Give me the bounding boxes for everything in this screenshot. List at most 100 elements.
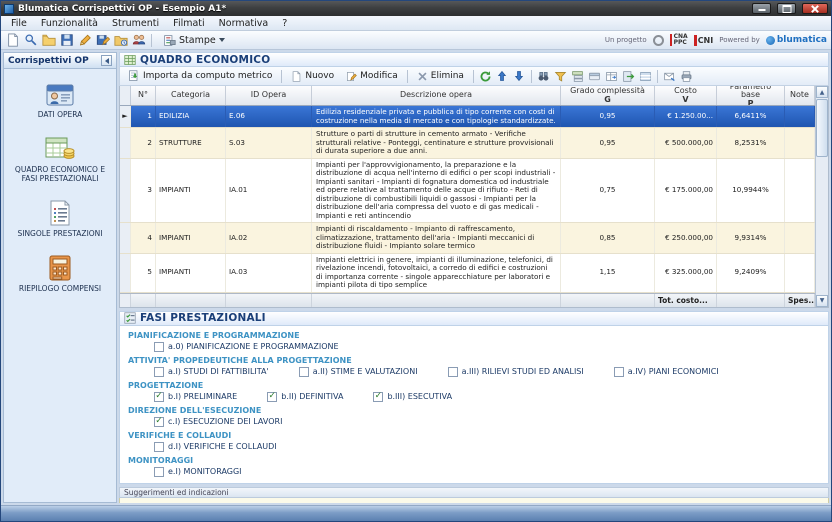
fase-label: c.I) ESECUZIONE DEI LAVORI xyxy=(168,417,282,426)
checkbox-box[interactable]: ✓ xyxy=(373,392,383,402)
fase-checkbox[interactable]: a.IV) PIANI ECONOMICI xyxy=(614,367,719,377)
elimina-button[interactable]: Elimina xyxy=(412,69,469,84)
suggerimenti-section: Suggerimenti ed indicazioni i Nel Quadro… xyxy=(119,487,829,504)
fase-checkbox[interactable]: a.0) PIANIFICAZIONE E PROGRAMMAZIONE xyxy=(154,342,339,352)
col-grado[interactable]: Grado complessitàG xyxy=(561,86,655,105)
fase-checkbox[interactable]: ✓ b.I) PRELIMINARE xyxy=(154,392,237,402)
checkbox-box[interactable] xyxy=(448,367,458,377)
fase-checkbox[interactable]: ✓ b.III) ESECUTIVA xyxy=(373,392,452,402)
save-icon[interactable] xyxy=(59,33,74,48)
fase-checkbox[interactable]: e.I) MONITORAGGI xyxy=(154,467,242,477)
main-toolbar: Stampe Un progetto CNAPPC CNI Powered by… xyxy=(1,31,831,50)
maximize-button[interactable] xyxy=(777,3,796,14)
move-up-icon[interactable] xyxy=(495,69,510,84)
col-costo[interactable]: CostoV xyxy=(655,86,717,105)
edit-icon[interactable] xyxy=(77,33,92,48)
fase-label: a.IV) PIANI ECONOMICI xyxy=(628,367,719,376)
open-folder-icon[interactable] xyxy=(41,33,56,48)
checkbox-box[interactable]: ✓ xyxy=(154,392,164,402)
checkbox-box[interactable]: ✓ xyxy=(267,392,277,402)
checkbox-box[interactable] xyxy=(299,367,309,377)
close-button[interactable] xyxy=(802,3,828,14)
menu-normativa[interactable]: Normativa xyxy=(212,17,276,30)
col-categoria[interactable]: Categoria xyxy=(156,86,226,105)
cell-n: 1 xyxy=(131,106,156,127)
save-as-icon[interactable] xyxy=(95,33,110,48)
search-icon[interactable] xyxy=(23,33,38,48)
report-icon xyxy=(163,34,176,47)
sidebar-item-singole-prestazioni[interactable]: SINGOLE PRESTAZIONI xyxy=(4,200,116,238)
footer-spese: Spes... xyxy=(785,294,815,307)
fase-checkbox[interactable]: a.III) RILIEVI STUDI ED ANALISI xyxy=(448,367,584,377)
menu-strumenti[interactable]: Strumenti xyxy=(105,17,166,30)
col-note[interactable]: Note xyxy=(785,86,815,105)
users-icon[interactable] xyxy=(131,33,146,48)
send-icon[interactable] xyxy=(662,69,677,84)
print-icon[interactable] xyxy=(679,69,694,84)
refresh-icon[interactable] xyxy=(478,69,493,84)
table-scrollbar[interactable]: ▲ ▼ xyxy=(815,86,828,307)
checkbox-box[interactable] xyxy=(154,367,164,377)
checkbox-box[interactable] xyxy=(154,442,164,452)
nuovo-icon xyxy=(291,71,302,82)
fasi-group-label: PIANIFICAZIONE E PROGRAMMAZIONE xyxy=(128,331,828,340)
fase-label: b.III) ESECUTIVA xyxy=(387,392,452,401)
col-id-opera[interactable]: ID Opera xyxy=(226,86,312,105)
stampe-button[interactable]: Stampe xyxy=(157,32,231,49)
fasi-group-items: e.I) MONITORAGGI xyxy=(128,467,828,477)
table-row[interactable]: 1 EDILIZIA E.06 Edilizia residenziale pr… xyxy=(120,106,815,128)
cell-n: 5 xyxy=(131,254,156,292)
table-row[interactable]: 5 IMPIANTI IA.03 Impianti elettrici in g… xyxy=(120,254,815,293)
table-row[interactable]: 2 STRUTTURE S.03 Strutture o parti di st… xyxy=(120,128,815,159)
table-row[interactable]: 3 IMPIANTI IA.01 Impianti per l'approvvi… xyxy=(120,159,815,224)
filter-icon[interactable] xyxy=(553,69,568,84)
best-fit-icon[interactable] xyxy=(604,69,619,84)
quadro-title: QUADRO ECONOMICO xyxy=(140,54,270,66)
archive-icon[interactable] xyxy=(113,33,128,48)
scroll-up-icon[interactable]: ▲ xyxy=(816,86,828,98)
scrollbar-thumb[interactable] xyxy=(816,99,828,157)
fase-label: d.I) VERIFICHE E COLLAUDI xyxy=(168,442,277,451)
table-row[interactable]: 4 IMPIANTI IA.02 Impianti di riscaldamen… xyxy=(120,223,815,254)
importa-button[interactable]: Importa da computo metrico xyxy=(123,68,277,84)
scroll-down-icon[interactable]: ▼ xyxy=(816,295,828,307)
menu-help[interactable]: ? xyxy=(275,17,294,30)
cell-note xyxy=(785,128,815,158)
sidebar-item-quadro-economico[interactable]: QUADRO ECONOMICO E FASI PRESTAZIONALI xyxy=(4,136,116,183)
suggerimenti-header[interactable]: Suggerimenti ed indicazioni xyxy=(119,487,829,498)
fase-checkbox[interactable]: ✓ c.I) ESECUZIONE DEI LAVORI xyxy=(154,417,282,427)
menu-funzionalita[interactable]: Funzionalità xyxy=(34,17,105,30)
fase-checkbox[interactable]: d.I) VERIFICHE E COLLAUDI xyxy=(154,442,277,452)
fase-checkbox[interactable]: ✓ b.II) DEFINITIVA xyxy=(267,392,343,402)
move-down-icon[interactable] xyxy=(512,69,527,84)
cell-id-opera: IA.02 xyxy=(226,223,312,253)
layout-icon[interactable] xyxy=(638,69,653,84)
checkbox-box[interactable] xyxy=(614,367,624,377)
col-parametro[interactable]: Parametro baseP xyxy=(717,86,785,105)
group-icon[interactable] xyxy=(570,69,585,84)
menu-filmati[interactable]: Filmati xyxy=(166,17,212,30)
fasi-group-items: a.I) STUDI DI FATTIBILITA' a.II) STIME E… xyxy=(128,367,828,377)
cell-grado: 0,85 xyxy=(561,223,655,253)
export-icon[interactable] xyxy=(621,69,636,84)
fase-checkbox[interactable]: a.I) STUDI DI FATTIBILITA' xyxy=(154,367,269,377)
new-icon[interactable] xyxy=(5,33,20,48)
row-selector xyxy=(120,106,131,127)
menu-file[interactable]: File xyxy=(4,17,34,30)
column-chooser-icon[interactable] xyxy=(587,69,602,84)
sidebar-item-riepilogo-compensi[interactable]: RIEPILOGO COMPENSI xyxy=(4,255,116,293)
sidebar-collapse-button[interactable] xyxy=(101,55,112,66)
fase-checkbox[interactable]: a.II) STIME E VALUTAZIONI xyxy=(299,367,418,377)
minimize-button[interactable] xyxy=(752,3,771,14)
nuovo-button[interactable]: Nuovo xyxy=(286,69,339,84)
col-n[interactable]: N° xyxy=(131,86,156,105)
col-descrizione[interactable]: Descrizione opera xyxy=(312,86,561,105)
sidebar-item-dati-opera[interactable]: DATI OPERA xyxy=(4,83,116,119)
checkbox-box[interactable]: ✓ xyxy=(154,417,164,427)
modifica-button[interactable]: Modifica xyxy=(341,69,403,84)
checkbox-box[interactable] xyxy=(154,342,164,352)
find-icon[interactable] xyxy=(536,69,551,84)
chevron-down-icon xyxy=(219,38,225,42)
info-icon: i xyxy=(126,503,137,504)
checkbox-box[interactable] xyxy=(154,467,164,477)
